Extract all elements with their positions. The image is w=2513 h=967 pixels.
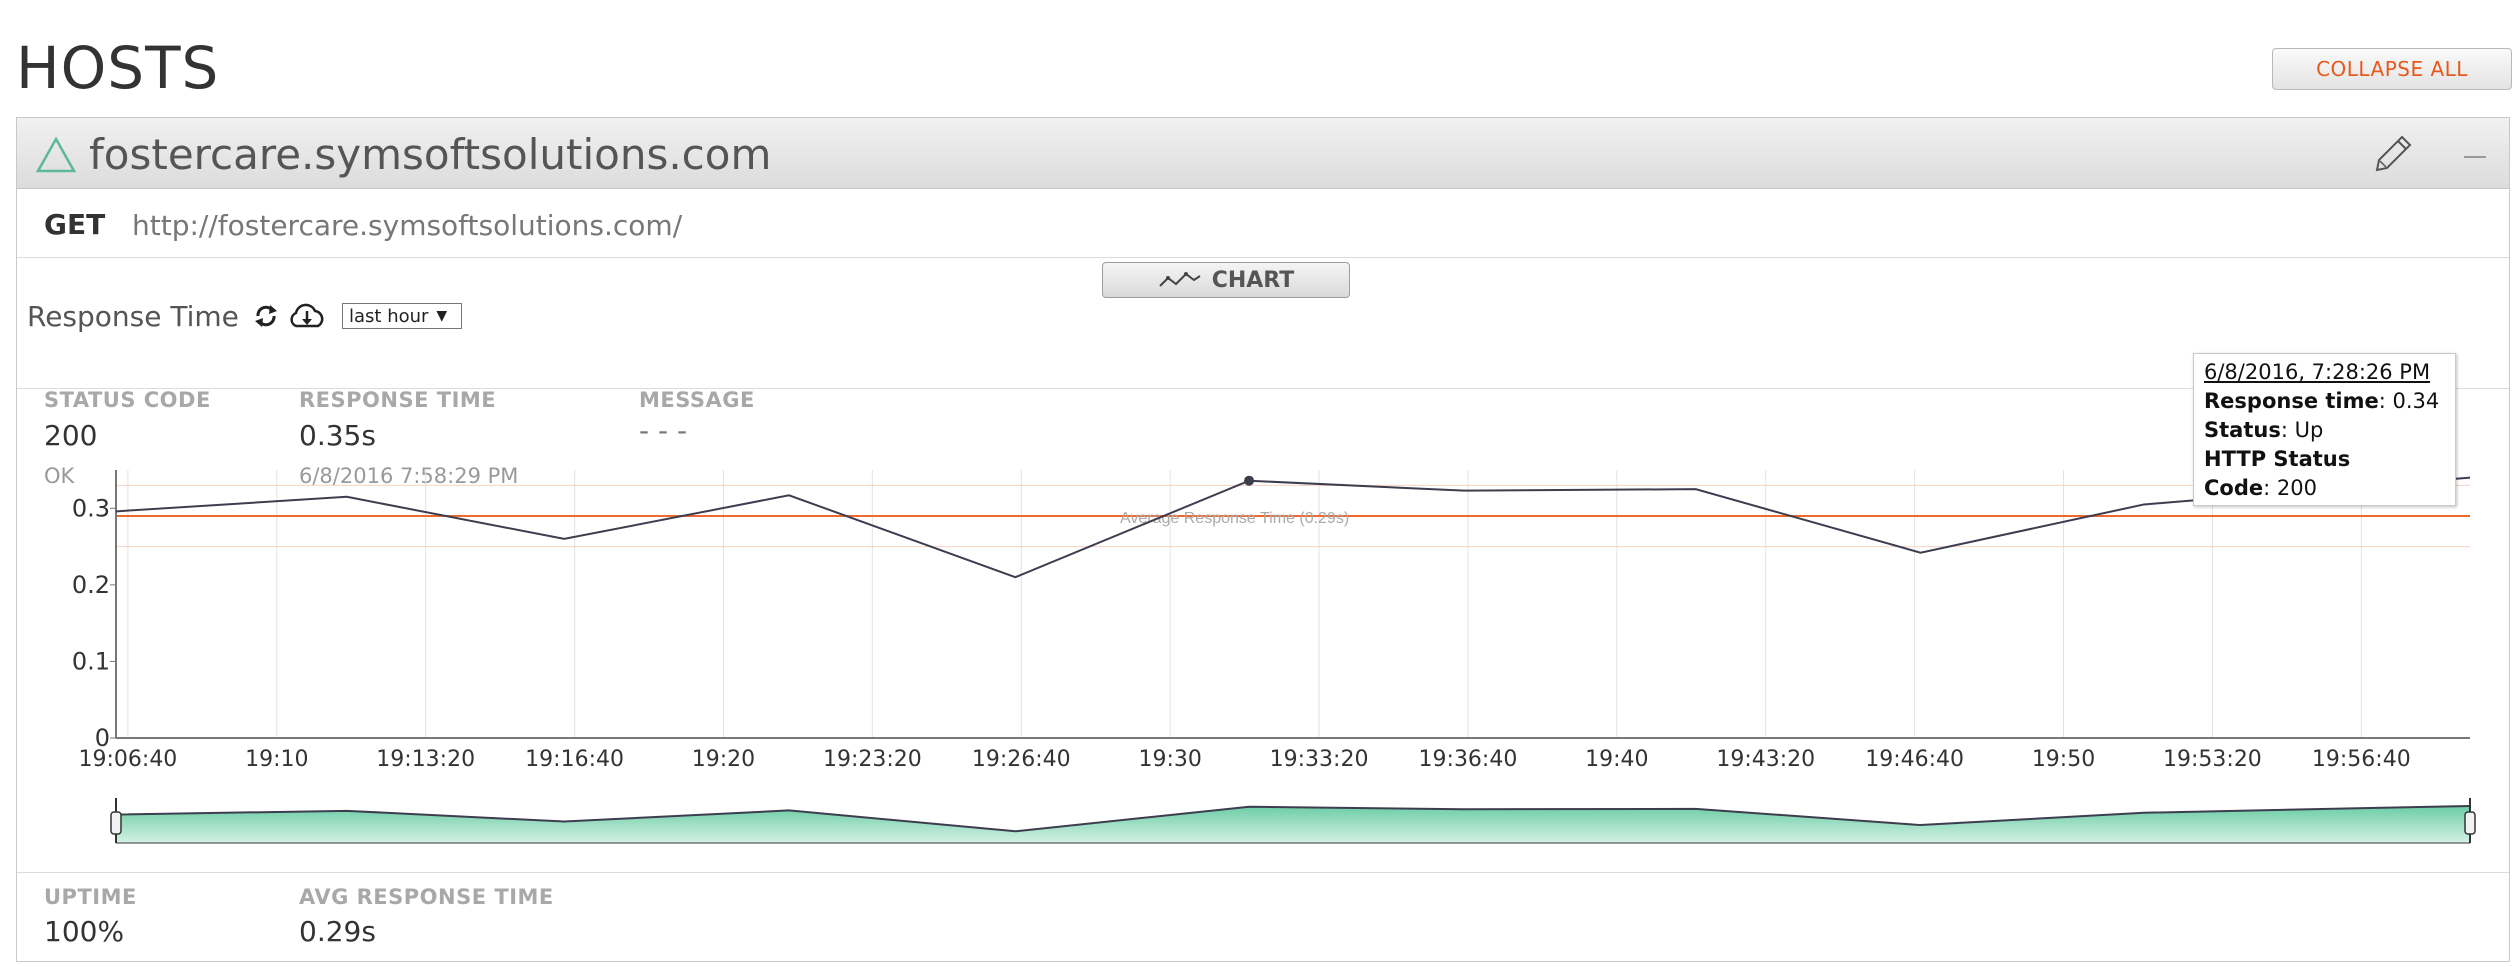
navigator-left-handle[interactable] [110,811,122,835]
tooltip-code-label: Code [2204,476,2264,500]
x-tick-label: 19:10 [245,747,308,772]
cloud-download-icon[interactable] [287,302,327,330]
average-label: Average Response Time (0.29s) [1120,510,1349,527]
x-tick-label: 19:16:40 [525,747,624,772]
x-tick-label: 19:43:20 [1716,747,1815,772]
response-time-title: Response Time [27,300,239,333]
x-tick-label: 19:13:20 [376,747,475,772]
x-tick-label: 19:23:20 [823,747,922,772]
chart-tooltip: 6/8/2016, 7:28:26 PM Response time: 0.34… [2193,353,2456,506]
x-tick-label: 19:26:40 [972,747,1071,772]
x-tick-label: 19:30 [1138,747,1201,772]
tooltip-code-value: 200 [2276,476,2317,500]
tooltip-http-label: HTTP Status [2204,447,2351,471]
refresh-icon[interactable] [252,302,280,330]
time-range-select[interactable]: last hour ▼ [342,303,462,329]
tooltip-status-label: Status [2204,418,2281,442]
x-tick-label: 19:33:20 [1270,747,1369,772]
line-chart-icon [1159,272,1201,287]
navigator-right-handle[interactable] [2464,811,2476,835]
x-tick-label: 19:50 [2032,747,2095,772]
x-tick-label: 19:40 [1585,747,1648,772]
x-tick-label: 19:06:40 [79,747,178,772]
tooltip-response-value: 0.34 [2392,389,2440,413]
x-tick-label: 19:36:40 [1419,747,1518,772]
chart-toggle-button[interactable]: CHART [1102,262,1350,298]
response-time-chart[interactable]: Average Response Time (0.29s)00.10.20.31… [0,0,2513,967]
x-tick-label: 19:53:20 [2163,747,2262,772]
dropdown-arrow-icon: ▼ [436,308,448,324]
chart-toggle-label: CHART [1211,267,1295,293]
x-tick-label: 19:46:40 [1865,747,1964,772]
highlight-point[interactable] [1244,475,1255,486]
y-tick-label: 0.1 [72,647,110,675]
x-tick-label: 19:20 [692,747,755,772]
response-time-line[interactable] [115,476,2471,579]
tooltip-response-label: Response time [2204,389,2379,413]
y-tick-label: 0.3 [72,494,110,522]
tooltip-date: 6/8/2016, 7:28:26 PM [2204,360,2431,384]
tooltip-status-value: Up [2294,418,2324,442]
y-tick-label: 0.2 [72,571,110,599]
x-tick-label: 19:56:40 [2312,747,2411,772]
navigator-area [116,805,2470,843]
time-range-value: last hour [349,305,429,327]
